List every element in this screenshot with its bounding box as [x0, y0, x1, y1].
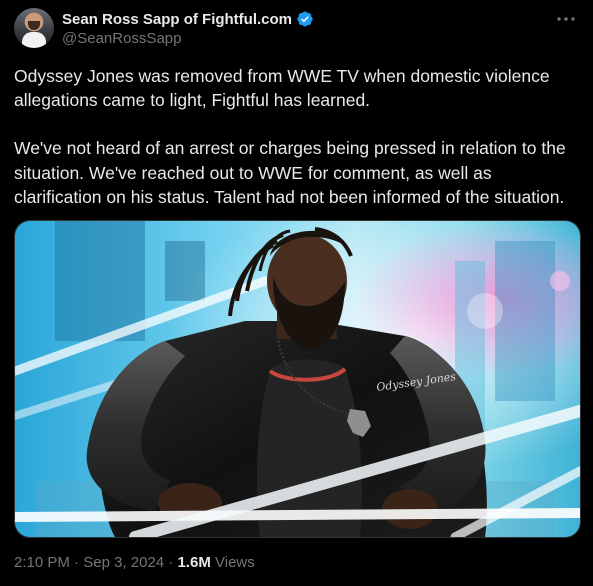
more-horizontal-icon: [557, 17, 575, 21]
tweet: Sean Ross Sapp of Fightful.com @SeanRoss…: [0, 0, 593, 586]
author-handle[interactable]: @SeanRossSapp: [62, 30, 181, 47]
views-label: Views: [215, 554, 255, 571]
meta-separator: ·: [69, 554, 84, 571]
meta-separator: ·: [164, 554, 178, 571]
tweet-paragraph-2: We've not heard of an arrest or charges …: [14, 138, 566, 207]
wrestler-photo-illustration: Odyssey Jones: [15, 221, 580, 537]
tweet-timestamp[interactable]: 2:10 PM · Sep 3, 2024: [14, 554, 164, 571]
avatar-beard: [28, 21, 40, 30]
tweet-photo[interactable]: Odyssey Jones: [14, 220, 581, 538]
tweet-text: Odyssey Jones was removed from WWE TV wh…: [14, 64, 580, 209]
author-display-name[interactable]: Sean Ross Sapp of Fightful.com: [62, 11, 292, 28]
views-count: 1.6M: [177, 554, 211, 571]
author-avatar[interactable]: [14, 8, 54, 48]
avatar-shirt: [22, 32, 46, 48]
more-options-button[interactable]: [551, 6, 581, 32]
verified-badge-icon: [297, 11, 313, 27]
tweet-meta: 2:10 PM · Sep 3, 2024 · 1.6M Views: [14, 554, 255, 571]
tweet-time: 2:10 PM: [14, 554, 70, 571]
tweet-paragraph-1: Odyssey Jones was removed from WWE TV wh…: [14, 66, 550, 111]
author-name-row[interactable]: Sean Ross Sapp of Fightful.com: [62, 9, 314, 29]
tweet-date: Sep 3, 2024: [83, 554, 165, 571]
